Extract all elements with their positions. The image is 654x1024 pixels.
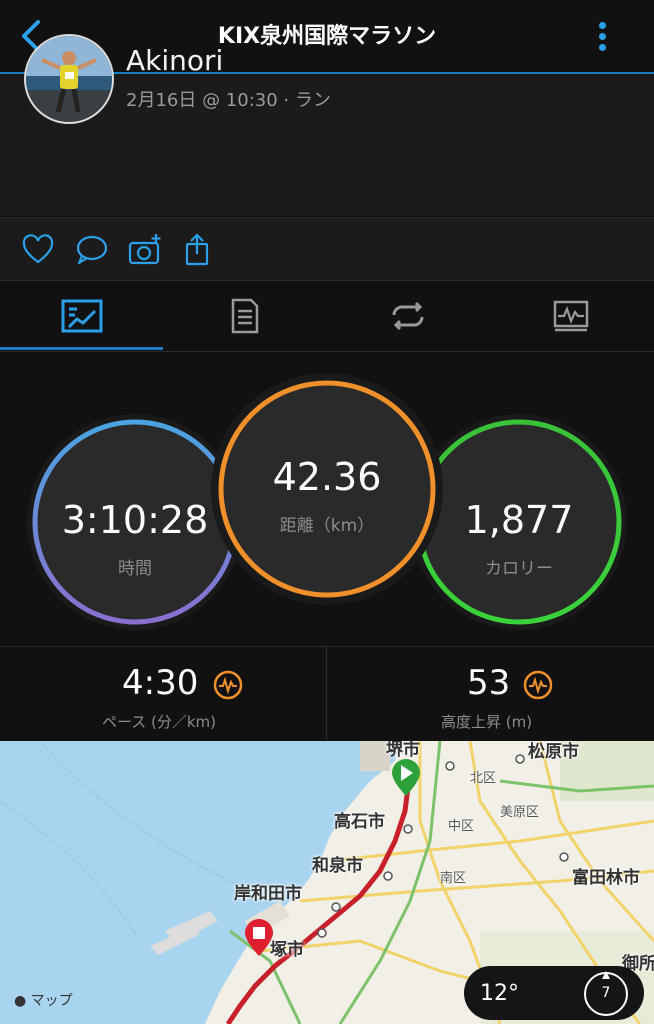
action-bar bbox=[0, 217, 654, 281]
map-label-minami: 南区 bbox=[440, 871, 467, 886]
avatar-photo bbox=[26, 36, 112, 122]
apple-logo-icon: ● bbox=[14, 993, 27, 1009]
pace-value: 4:30 bbox=[122, 663, 199, 703]
tab-laps[interactable] bbox=[326, 281, 489, 351]
comment-bubble-icon bbox=[76, 235, 108, 265]
map-label-sakai: 堺市 bbox=[386, 741, 420, 760]
time-stat: 3:10:28 時間 bbox=[35, 422, 235, 622]
metrics-divider bbox=[326, 646, 327, 740]
calories-stat: 1,877 カロリー bbox=[419, 422, 619, 622]
elevation-label: 高度上昇 (m) bbox=[441, 713, 533, 731]
temperature: 12° bbox=[480, 981, 519, 1006]
tab-details[interactable] bbox=[163, 281, 326, 351]
pace-info-icon[interactable] bbox=[212, 669, 244, 701]
map-label-kita: 北区 bbox=[470, 771, 497, 786]
calories-label: カロリー bbox=[485, 559, 553, 579]
stats-panel: 3:10:28 時間 42.36 距離（km） 1,877 カロリー bbox=[0, 352, 654, 646]
share-icon bbox=[185, 233, 209, 266]
map-label-kishiwada: 岸和田市 bbox=[234, 884, 302, 904]
time-value: 3:10:28 bbox=[61, 498, 209, 542]
distance-label: 距離（km） bbox=[279, 516, 375, 536]
more-options-button[interactable] bbox=[590, 16, 616, 56]
map-label-mihara: 美原区 bbox=[500, 805, 540, 820]
user-name[interactable]: Akinori bbox=[126, 44, 223, 77]
tab-bar bbox=[0, 281, 654, 352]
distance-value: 42.36 bbox=[272, 455, 382, 499]
camera-plus-icon bbox=[128, 234, 161, 265]
calories-value: 1,877 bbox=[464, 498, 574, 542]
wind-speed: 7 bbox=[601, 985, 611, 1001]
map-label-kaizuka: 塚市 bbox=[270, 940, 304, 960]
tab-charts[interactable] bbox=[489, 281, 652, 351]
map-label-naka: 中区 bbox=[448, 819, 475, 834]
distance-stat: 42.36 距離（km） bbox=[221, 383, 433, 595]
map-label-takaishi: 高石市 bbox=[334, 812, 385, 832]
map-attribution: ● マップ bbox=[14, 993, 73, 1009]
activity-graph-icon bbox=[553, 300, 588, 332]
add-photo-button[interactable] bbox=[127, 232, 163, 268]
map-label-tondabayashi: 富田林市 bbox=[572, 868, 640, 888]
document-list-icon bbox=[231, 298, 258, 334]
tab-summary[interactable] bbox=[0, 281, 163, 351]
map-label-matsubara: 松原市 bbox=[528, 742, 579, 762]
wind-indicator: 7 bbox=[582, 970, 630, 1018]
activity-meta: 2月16日 @ 10:30 · ラン bbox=[126, 90, 331, 111]
share-button[interactable] bbox=[180, 232, 216, 268]
elevation-info-icon[interactable] bbox=[522, 669, 554, 701]
metrics-row: 4:30 ペース (分／km) 53 高度上昇 (m) bbox=[0, 646, 654, 741]
heart-icon bbox=[22, 234, 54, 264]
avatar[interactable] bbox=[24, 34, 114, 124]
active-tab-indicator bbox=[0, 347, 163, 350]
repeat-laps-icon bbox=[392, 301, 423, 331]
time-label: 時間 bbox=[118, 559, 152, 579]
pace-label: ペース (分／km) bbox=[102, 713, 217, 731]
map-label-izumi: 和泉市 bbox=[312, 856, 363, 876]
comment-button[interactable] bbox=[74, 232, 110, 268]
elevation-value: 53 bbox=[467, 663, 511, 703]
stats-chart-icon bbox=[61, 299, 102, 333]
like-button[interactable] bbox=[20, 232, 56, 268]
